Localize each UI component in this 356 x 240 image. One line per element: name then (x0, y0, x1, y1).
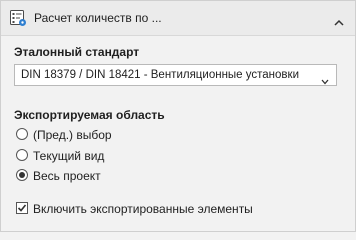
standard-select[interactable]: DIN 18379 / DIN 18421 - Вентиляционные у… (14, 64, 337, 86)
chevron-down-icon (321, 72, 329, 85)
chevron-up-icon[interactable] (334, 14, 344, 26)
panel-title: Расчет количеств по ... (34, 11, 162, 25)
list-settings-icon (9, 9, 27, 27)
include-exported-label: Включить экспортированные элементы (33, 202, 253, 216)
radio-unchecked-icon (15, 148, 29, 162)
radio-label-selection: (Пред.) выбор (33, 128, 112, 142)
radio-checked-icon (15, 168, 29, 182)
checkbox-checked-icon (15, 201, 29, 215)
panel-header[interactable]: Расчет количеств по ... (1, 1, 355, 36)
radio-unchecked-icon (15, 127, 29, 141)
standard-selected-value: DIN 18379 / DIN 18421 - Вентиляционные у… (21, 69, 299, 81)
quantity-export-panel: Расчет количеств по ... Эталонный станда… (0, 0, 356, 232)
radio-label-current-view: Текущий вид (33, 149, 105, 163)
standard-label: Эталонный стандарт (14, 45, 140, 59)
radio-label-whole-project: Весь проект (33, 169, 101, 183)
export-area-label: Экспортируемая область (14, 108, 165, 122)
